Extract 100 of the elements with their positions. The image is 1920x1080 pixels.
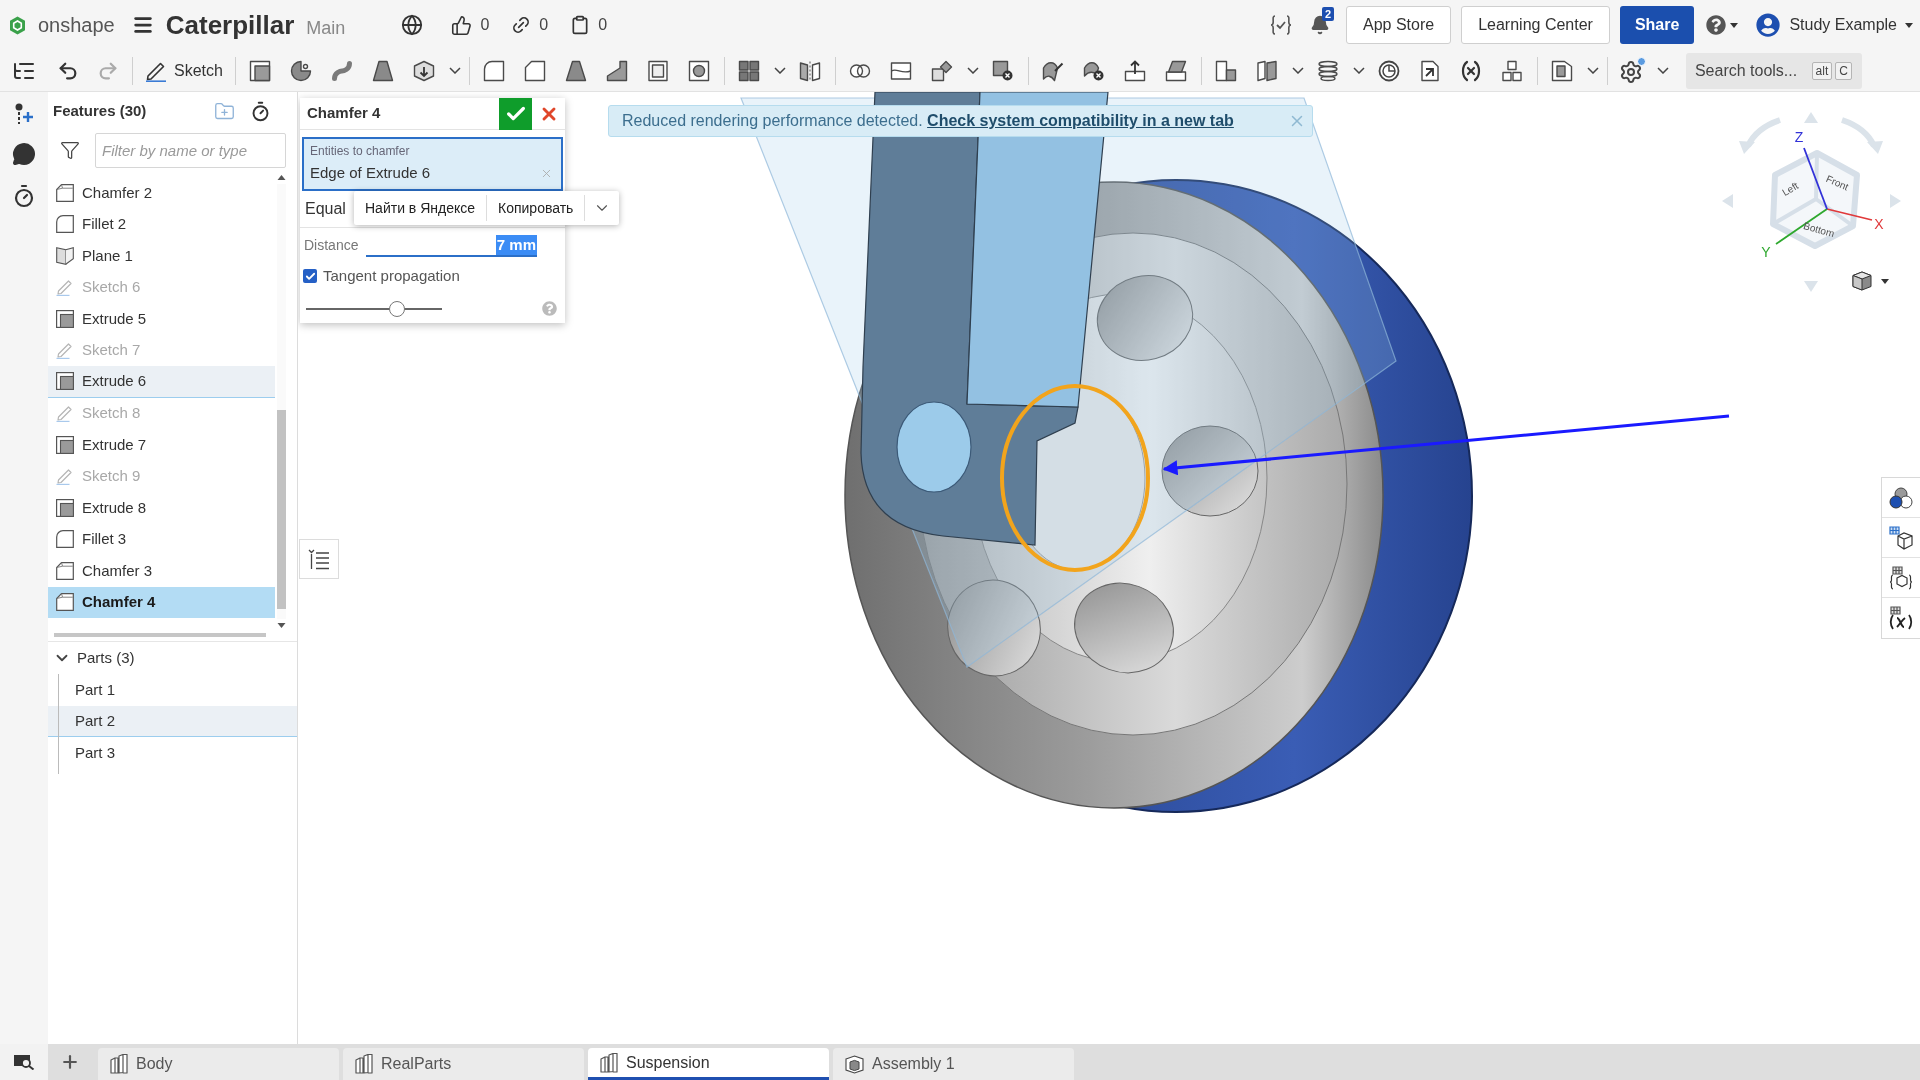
filter-field[interactable]: Filter by name or type xyxy=(95,132,286,168)
feature-item[interactable]: Extrude 7 xyxy=(48,429,275,461)
chevron-down-icon[interactable] xyxy=(1586,67,1599,74)
entities-field[interactable]: Entities to chamfer Edge of Extrude 6 xyxy=(302,137,563,191)
caret-icon[interactable] xyxy=(1730,22,1739,28)
part-item[interactable]: Part 3 xyxy=(48,737,297,769)
folded-plane-icon xyxy=(56,246,74,265)
grid-braces-hexagon-icon[interactable] xyxy=(1889,565,1913,590)
document-tab[interactable]: RealParts xyxy=(343,1048,584,1080)
list-icon[interactable] xyxy=(308,548,330,570)
menu-item[interactable]: Найти в Яндексе xyxy=(354,191,487,225)
confirm-button[interactable] xyxy=(499,97,532,130)
braces-check-icon[interactable] xyxy=(1270,15,1292,35)
chevron-down-icon[interactable] xyxy=(773,67,786,74)
feature-item[interactable]: Chamfer 2 xyxy=(48,177,275,209)
field-value: Edge of Extrude 6 xyxy=(310,162,432,183)
field-label: Entities to chamfer xyxy=(310,142,411,160)
feature-item[interactable]: Extrude 5 xyxy=(48,303,275,335)
bracket-box-icon[interactable] xyxy=(1550,58,1575,83)
feature-item[interactable]: Fillet 2 xyxy=(48,208,275,240)
header-button[interactable]: Learning Center xyxy=(1461,6,1610,44)
rounded-corner-icon[interactable] xyxy=(482,58,507,83)
menu-item[interactable]: Копировать xyxy=(487,191,585,225)
menu-icon[interactable] xyxy=(131,14,154,36)
sketch-button[interactable]: Sketch xyxy=(137,52,231,89)
parts-group-header[interactable]: Parts (3) xyxy=(48,642,297,674)
document-title: Caterpillar xyxy=(165,8,295,42)
s-curve-icon[interactable] xyxy=(330,58,355,83)
hollow-box-icon[interactable] xyxy=(646,58,671,83)
grid-icon[interactable] xyxy=(737,58,762,83)
cube-diamond-icon[interactable] xyxy=(930,58,955,83)
feature-item[interactable]: Chamfer 3 xyxy=(48,555,275,587)
box-icon[interactable] xyxy=(248,58,273,83)
grid-cube-icon[interactable] xyxy=(1889,525,1913,550)
part-item[interactable]: Part 1 xyxy=(48,674,297,706)
view-cube[interactable] xyxy=(1770,147,1873,249)
stopwatch-icon[interactable] xyxy=(250,100,271,122)
gear-icon[interactable] xyxy=(1618,57,1646,84)
chevron-down-icon[interactable] xyxy=(1352,67,1365,74)
feature-list-button[interactable] xyxy=(299,539,339,579)
chevron-down-icon[interactable] xyxy=(1291,67,1304,74)
thumbs-up-icon[interactable] xyxy=(451,14,473,36)
caret-icon[interactable] xyxy=(1881,278,1889,284)
screen-search-icon[interactable] xyxy=(13,1054,35,1070)
open-box-icon[interactable] xyxy=(1164,58,1189,83)
header-button[interactable]: App Store xyxy=(1346,6,1452,44)
checkbox[interactable] xyxy=(303,269,317,283)
frustum-icon[interactable] xyxy=(371,58,396,83)
feature-item[interactable]: Chamfer 4 xyxy=(48,586,275,618)
pencil-icon xyxy=(56,404,74,423)
color-circles-icon[interactable] xyxy=(1889,486,1913,509)
links-count: 0 xyxy=(539,15,549,35)
slider-track[interactable] xyxy=(306,300,442,317)
grid-variable-icon[interactable] xyxy=(1889,606,1913,630)
cube-face-label[interactable]: Left xyxy=(1780,180,1801,198)
chevron-down-icon[interactable] xyxy=(1656,67,1669,74)
feature-item[interactable]: Fillet 3 xyxy=(48,523,275,555)
compatibility-link[interactable]: Check system compatibility in a new tab xyxy=(927,112,1234,129)
chevron-down-icon[interactable] xyxy=(966,67,979,74)
beveled-corner-icon[interactable] xyxy=(523,58,548,83)
document-tab[interactable]: Suspension xyxy=(588,1048,829,1080)
shaded-cube-icon[interactable] xyxy=(1852,271,1872,291)
circle-square-icon[interactable] xyxy=(687,58,712,83)
ramp-icon[interactable] xyxy=(605,58,630,83)
clipboard-icon[interactable] xyxy=(570,15,591,35)
part-item[interactable]: Part 2 xyxy=(48,705,297,737)
filter-icon[interactable] xyxy=(60,140,80,160)
add-icon[interactable] xyxy=(60,1052,80,1072)
avatar-icon[interactable] xyxy=(1756,13,1781,37)
feature-item[interactable]: Extrude 8 xyxy=(48,492,275,524)
caret-icon[interactable] xyxy=(1905,22,1913,28)
node-plus-icon[interactable] xyxy=(13,103,35,125)
help-icon[interactable] xyxy=(1706,15,1727,35)
document-tab[interactable]: Body xyxy=(98,1048,339,1080)
measurement-label: Equal xyxy=(305,199,346,219)
hexagon-arrow-icon[interactable] xyxy=(412,58,437,83)
double-panel-icon[interactable] xyxy=(1255,58,1280,83)
distance-value: 7 mm xyxy=(495,235,537,255)
pie-icon[interactable] xyxy=(289,58,314,83)
axis-label: Z xyxy=(1794,129,1804,145)
globe-icon[interactable] xyxy=(401,14,424,36)
cube-face-label[interactable]: Front xyxy=(1824,173,1851,193)
cube-face-label[interactable]: Bottom xyxy=(1802,220,1836,240)
stacked-cubes-icon[interactable] xyxy=(1500,58,1525,83)
scrollbar[interactable] xyxy=(54,633,266,637)
document-tab[interactable]: Assembly 1 xyxy=(833,1048,1074,1080)
speech-bubble-icon[interactable] xyxy=(12,142,36,166)
folded-sheet-icon[interactable] xyxy=(1214,58,1239,83)
chevron-down-icon[interactable] xyxy=(448,67,461,74)
axis-label: Y xyxy=(1761,244,1771,260)
feature-item[interactable]: Plane 1 xyxy=(48,240,275,272)
share-button[interactable]: Share xyxy=(1619,6,1695,44)
feature-item[interactable]: Extrude 6 xyxy=(48,366,275,398)
clock-icon[interactable] xyxy=(1377,58,1402,83)
user-name[interactable]: Study Example xyxy=(1789,13,1897,37)
hexagon-logo-icon[interactable] xyxy=(9,15,26,35)
slider-thumb[interactable] xyxy=(388,300,405,317)
stopwatch-icon[interactable] xyxy=(12,183,36,208)
tray-arrow-icon[interactable] xyxy=(1123,58,1148,83)
trapezoid-icon[interactable] xyxy=(564,58,589,83)
